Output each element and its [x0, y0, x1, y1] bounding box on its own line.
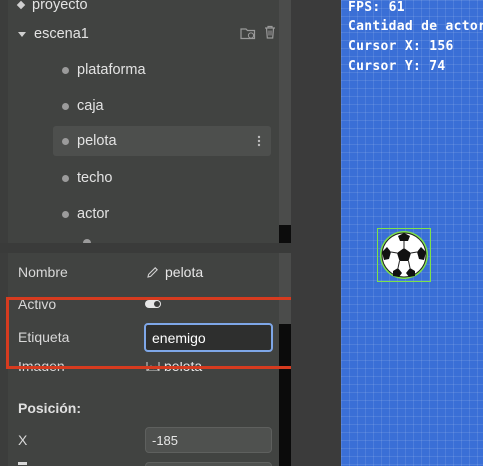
tree-item-plataforma[interactable]: plataforma	[62, 55, 146, 85]
scene-tree: proyecto escena1 plataforma caja pelota …	[8, 0, 279, 243]
y-row	[0, 462, 291, 466]
hud-fps: FPS: 61	[348, 0, 405, 15]
tree-scrollbar-thumb[interactable]	[279, 225, 291, 243]
tree-item-techo[interactable]: techo	[62, 163, 112, 193]
bullet-icon	[62, 174, 69, 182]
tree-item-label: techo	[77, 170, 113, 186]
pencil-icon	[147, 266, 158, 278]
tree-item-project[interactable]: proyecto	[16, 0, 88, 20]
hud-cursor-x: Cursor X: 156	[348, 39, 454, 54]
chevron-down-icon[interactable]	[18, 31, 26, 37]
name-value: pelota	[165, 264, 204, 280]
bullet-icon	[62, 66, 69, 74]
add-folder-icon[interactable]	[240, 26, 256, 40]
tree-item-label: caja	[77, 98, 104, 114]
tree-scrollbar-track[interactable]	[279, 0, 291, 225]
bullet-icon	[62, 102, 69, 110]
panel-divider[interactable]	[0, 243, 291, 253]
more-options-icon[interactable]	[257, 135, 261, 147]
name-label: Nombre	[18, 264, 68, 280]
project-icon	[16, 0, 26, 10]
hud-actor-count: Cantidad de actores	[348, 19, 483, 34]
tree-item-label: plataforma	[77, 62, 146, 78]
name-field[interactable]: pelota	[146, 264, 203, 280]
soccer-ball-icon[interactable]	[379, 230, 429, 280]
tree-item-label: proyecto	[32, 0, 88, 13]
y-label	[18, 462, 27, 465]
bullet-icon	[62, 137, 69, 145]
tree-item-pelota[interactable]: pelota	[53, 126, 271, 156]
tree-item-scene[interactable]: escena1	[18, 19, 279, 49]
trash-icon[interactable]	[264, 25, 276, 39]
tree-item-caja[interactable]: caja	[62, 91, 104, 121]
y-input[interactable]	[145, 462, 272, 466]
tree-item-actor[interactable]: actor	[62, 199, 109, 229]
canvas-gutter	[291, 0, 341, 466]
x-input[interactable]: -185	[145, 427, 272, 453]
hud-cursor-y: Cursor Y: 74	[348, 59, 446, 74]
tree-item-label: actor	[77, 206, 110, 222]
position-heading: Posición:	[18, 400, 82, 416]
bullet-icon	[62, 210, 69, 218]
x-input-value: -185	[152, 432, 179, 448]
tree-item-label: escena1	[34, 26, 89, 42]
x-label: X	[18, 432, 28, 448]
tree-item-label: pelota	[77, 133, 117, 149]
highlight-box	[6, 297, 296, 369]
